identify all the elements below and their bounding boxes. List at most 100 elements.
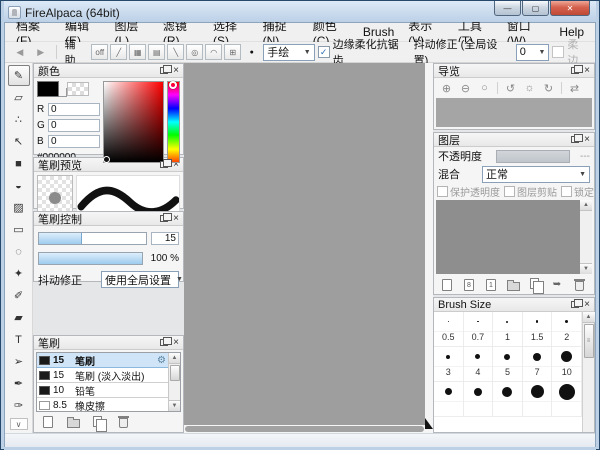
brush-list-scrollbar[interactable]: ▲ ▼	[168, 353, 180, 411]
zoom-in-icon[interactable]: ⊕	[438, 80, 455, 96]
rotate-reset-icon[interactable]: ☼	[521, 80, 538, 96]
finger-tool[interactable]: ∴	[8, 109, 30, 130]
layer-option[interactable]: 保护透明度	[437, 184, 500, 199]
brush-size-slider[interactable]	[38, 232, 147, 245]
select-rect-tool[interactable]: ▭	[8, 219, 30, 240]
rotate-ccw-icon[interactable]: ↺	[502, 80, 519, 96]
zoom-reset-icon[interactable]: ○	[476, 80, 493, 96]
grid-icon[interactable]: ▦	[129, 44, 146, 60]
select-lasso-tool[interactable]: ◌	[8, 241, 30, 262]
close-panel-icon[interactable]: ×	[173, 338, 179, 348]
select-pen-tool[interactable]: ✐	[8, 285, 30, 306]
brush-size-cell[interactable]: 4	[464, 347, 494, 382]
brush-list-item[interactable]: 10铅笔	[37, 383, 168, 398]
brush-size-cell[interactable]: 7	[523, 347, 553, 382]
close-panel-icon[interactable]: ×	[173, 214, 179, 224]
eraser-tool[interactable]: ▱	[8, 87, 30, 108]
transfer-layer-icon[interactable]: ➥	[549, 277, 565, 293]
canvas-hscroll-thumb[interactable]	[185, 426, 424, 432]
scroll-thumb[interactable]: ≡	[584, 324, 594, 358]
float-panel-icon[interactable]	[160, 67, 168, 74]
scroll-thumb[interactable]	[170, 365, 180, 381]
brush-settings-gear-icon[interactable]: ⚙	[157, 355, 166, 366]
resize-grip[interactable]	[425, 418, 433, 429]
canvas-horizontal-scrollbar[interactable]	[184, 425, 425, 433]
图层剪贴-checkbox[interactable]	[504, 186, 515, 197]
float-panel-icon[interactable]	[571, 301, 579, 308]
rotate-cw-icon[interactable]: ↻	[540, 80, 557, 96]
scroll-up-icon[interactable]: ▲	[580, 200, 592, 211]
new-8bit-layer-icon[interactable]: 8	[461, 277, 477, 293]
delete-layer-icon[interactable]	[571, 277, 587, 293]
brush-size-cell[interactable]: 0.5	[434, 312, 464, 347]
off-icon[interactable]: off	[91, 44, 108, 60]
color-panel-header[interactable]: 颜色 ×	[34, 64, 183, 78]
horizontal-lines-icon[interactable]: ▤	[148, 44, 165, 60]
float-panel-icon[interactable]	[160, 215, 168, 222]
perspective-icon[interactable]: ⊞	[224, 44, 241, 60]
move-tool[interactable]: ↖	[8, 131, 30, 152]
brush-size-scrollbar[interactable]: ▲ ≡	[582, 312, 594, 432]
close-panel-icon[interactable]: ×	[584, 300, 590, 310]
maximize-button[interactable]: ▢	[522, 1, 549, 16]
brush-list-item[interactable]: 15笔刷⚙	[37, 353, 168, 368]
add-brush-folder-icon[interactable]	[65, 414, 81, 430]
antialias-checkbox[interactable]: ✓	[318, 46, 330, 58]
brush-list-item[interactable]: 8.5橡皮擦	[37, 398, 168, 411]
float-panel-icon[interactable]	[571, 136, 579, 143]
scroll-up-icon[interactable]: ▲	[169, 353, 181, 364]
stroke-mode-select[interactable]: 手绘 ▼	[263, 44, 314, 61]
undo-icon[interactable]: ◀	[11, 44, 29, 60]
operation-tool[interactable]: ➢	[8, 351, 30, 372]
more-tools-chevron-icon[interactable]: ∨	[10, 418, 28, 430]
brush-list-item[interactable]: 15笔刷 (淡入淡出)	[37, 368, 168, 383]
brush-size-cell[interactable]	[523, 382, 553, 417]
brush-size-header[interactable]: Brush Size ×	[434, 298, 594, 312]
float-panel-icon[interactable]	[571, 67, 579, 74]
close-button[interactable]: ✕	[550, 1, 590, 16]
close-panel-icon[interactable]: ×	[584, 135, 590, 145]
float-panel-icon[interactable]	[160, 161, 168, 168]
add-brush-icon[interactable]	[40, 414, 56, 430]
zoom-out-icon[interactable]: ⊖	[457, 80, 474, 96]
select-eraser-tool[interactable]: ▰	[8, 307, 30, 328]
brush-opacity-slider[interactable]	[38, 252, 143, 265]
text-tool[interactable]: T	[8, 329, 30, 350]
scroll-down-icon[interactable]: ▼	[169, 400, 181, 411]
brush-size-cell[interactable]: 10	[552, 347, 582, 382]
brush-control-header[interactable]: 笔刷控制 ×	[34, 212, 183, 226]
layer-option[interactable]: 图层剪贴	[504, 184, 557, 199]
pen-tool[interactable]: ✎	[8, 65, 30, 86]
brush-size-cell[interactable]	[434, 382, 464, 417]
correction-select[interactable]: 0 ▼	[516, 44, 550, 61]
锁定-checkbox[interactable]	[561, 186, 572, 197]
red-input[interactable]: 0	[48, 103, 100, 116]
delete-brush-icon[interactable]	[115, 414, 131, 430]
brush-size-cell[interactable]: 2	[552, 312, 582, 347]
canvas[interactable]	[184, 63, 425, 425]
brush-size-value[interactable]: 15	[151, 232, 179, 245]
saturation-value-picker[interactable]	[103, 81, 164, 163]
close-panel-icon[interactable]: ×	[173, 66, 179, 76]
brush-size-cell[interactable]: 1	[493, 312, 523, 347]
layers-header[interactable]: 图层 ×	[434, 133, 594, 147]
brush-size-cell[interactable]: 5	[493, 347, 523, 382]
minimize-button[interactable]: —	[494, 1, 521, 16]
foreground-color-swatch[interactable]	[37, 81, 59, 97]
titlebar[interactable]: FireAlpaca (64bit) —▢✕	[4, 1, 596, 22]
sv-cursor[interactable]	[103, 156, 110, 163]
new-folder-icon[interactable]	[505, 277, 521, 293]
curve-icon[interactable]: ◠	[205, 44, 222, 60]
navigator-header[interactable]: 导览 ×	[434, 64, 594, 78]
duplicate-layer-icon[interactable]	[527, 277, 543, 293]
hue-cursor[interactable]	[169, 81, 177, 89]
brush-size-cell[interactable]	[464, 382, 494, 417]
duplicate-brush-icon[interactable]	[90, 414, 106, 430]
new-layer-icon[interactable]	[439, 277, 455, 293]
eyedropper-tool[interactable]: ✑	[8, 395, 30, 416]
green-input[interactable]: 0	[48, 119, 100, 132]
new-1bit-layer-icon[interactable]: 1	[483, 277, 499, 293]
blue-input[interactable]: 0	[48, 135, 100, 148]
parallel-lines-icon[interactable]: ╱	[110, 44, 127, 60]
float-panel-icon[interactable]	[160, 339, 168, 346]
